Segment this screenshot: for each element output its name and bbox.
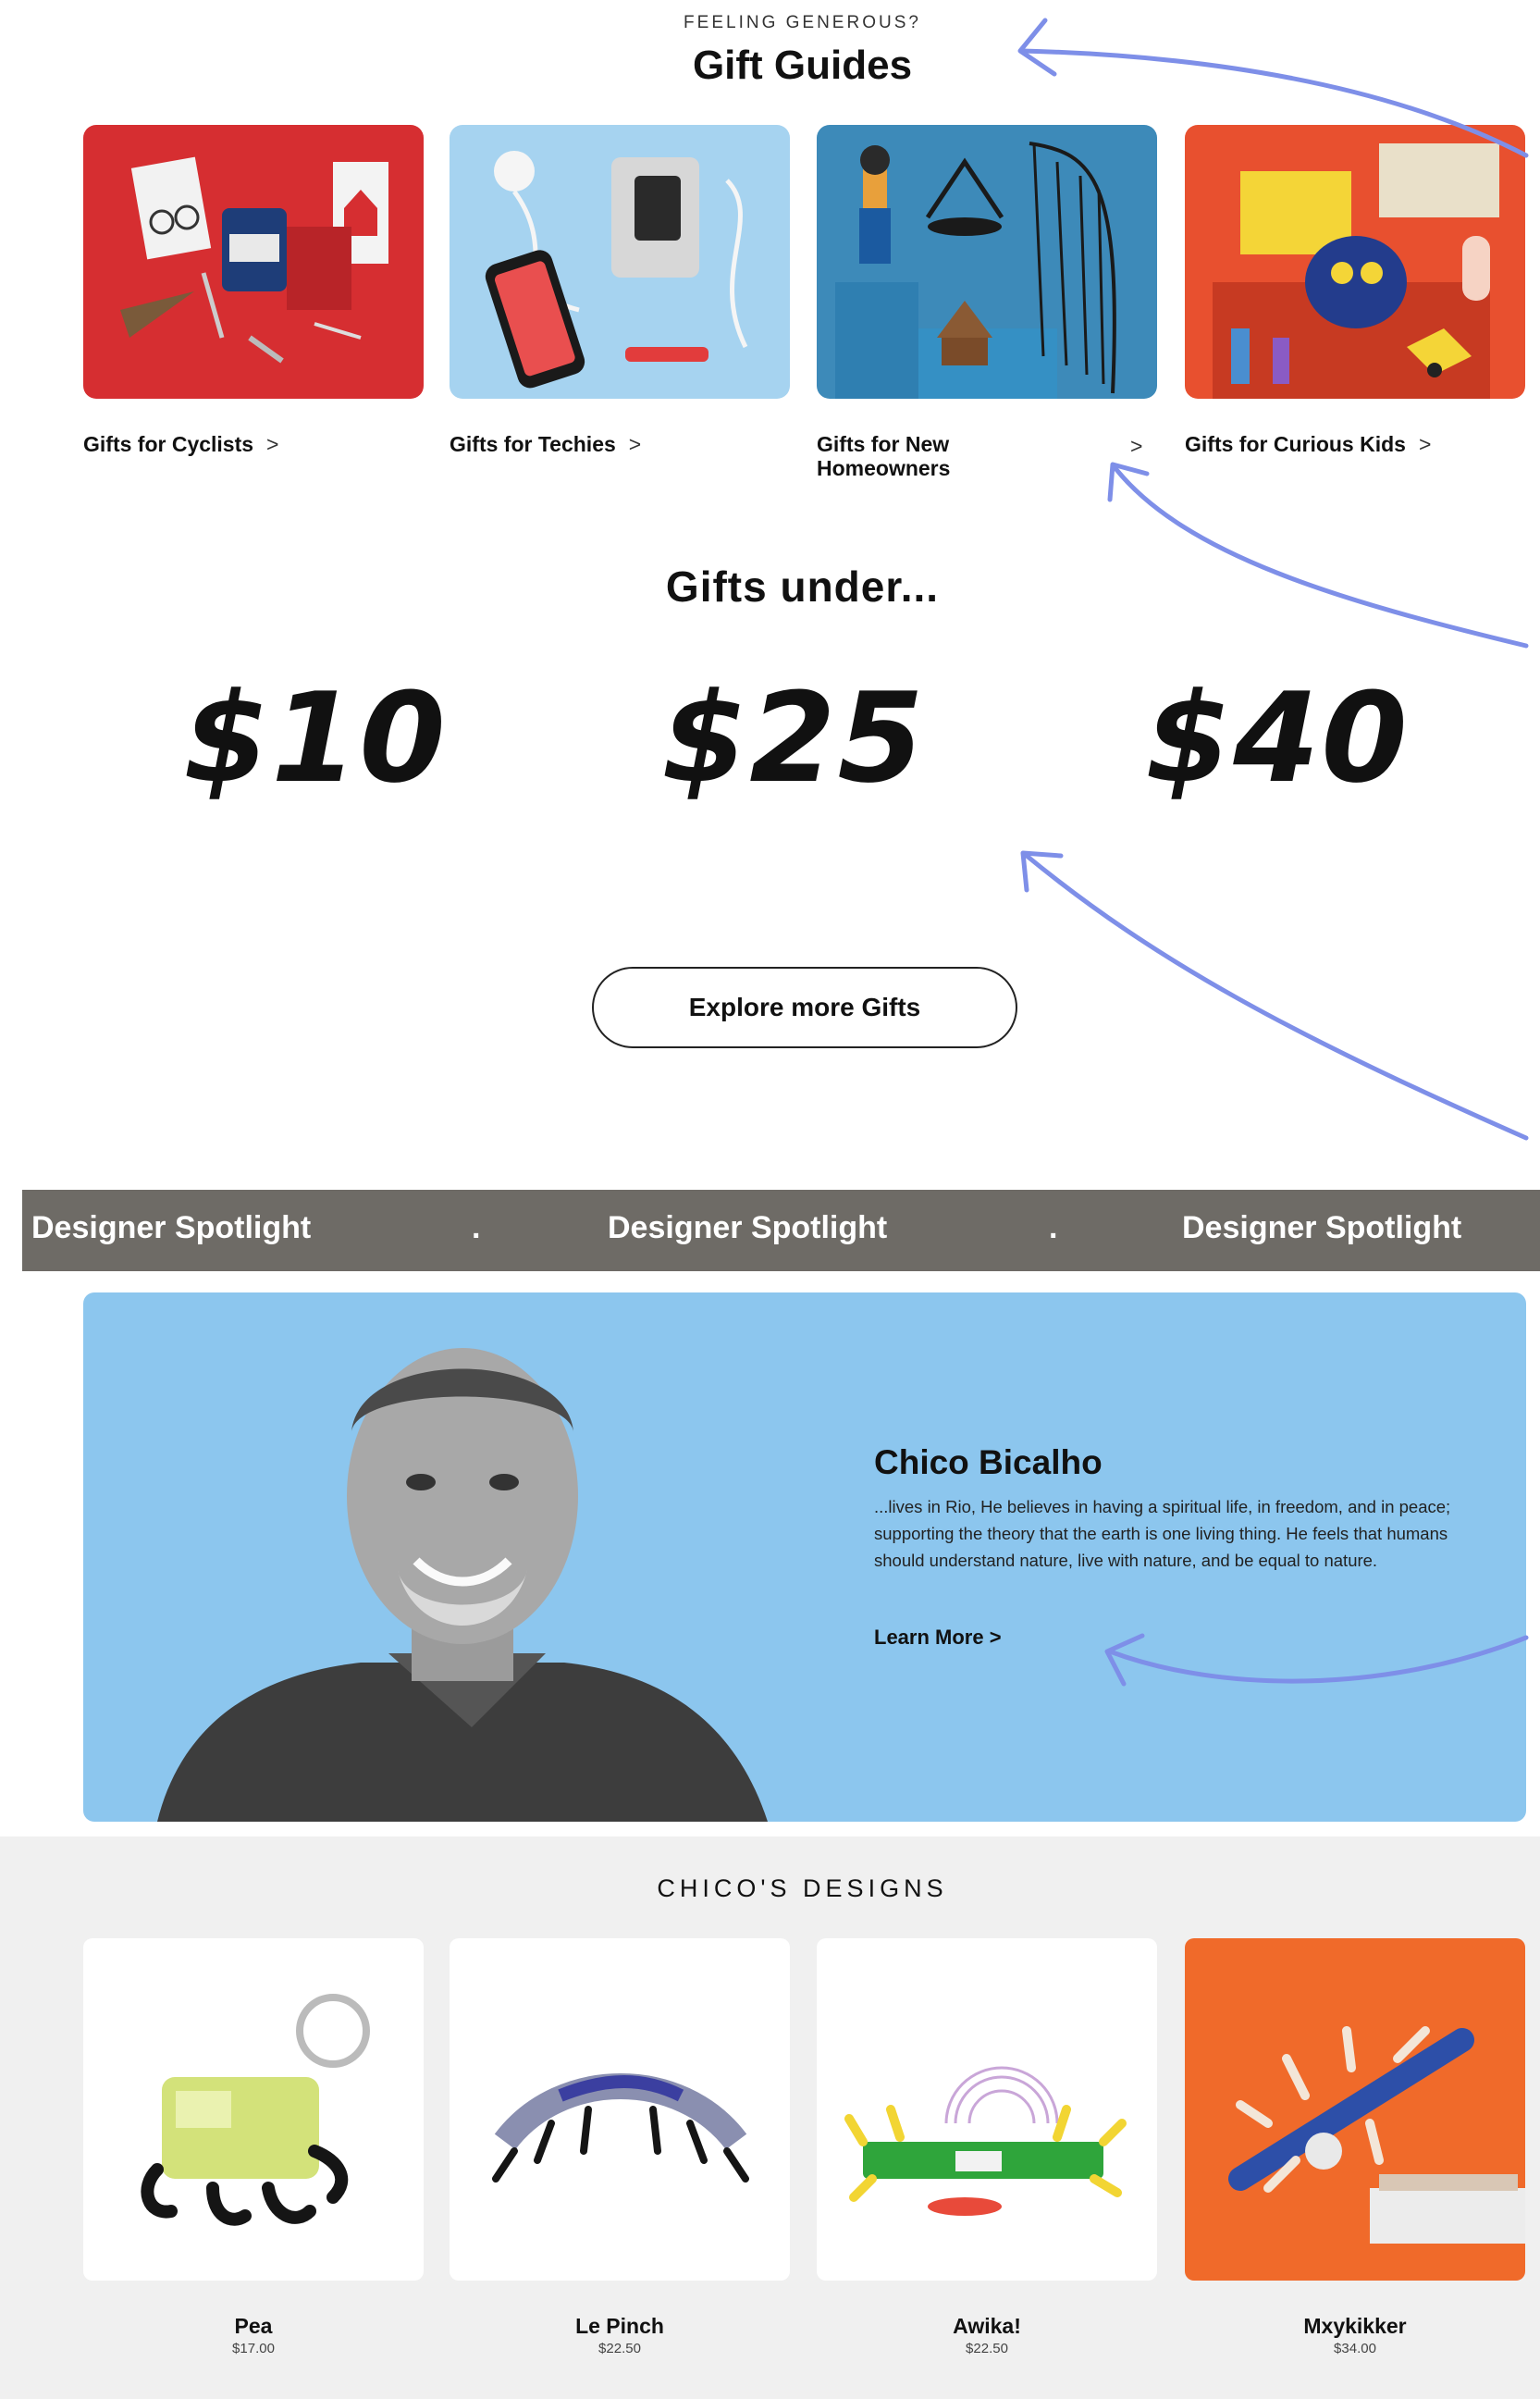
annotation-arrow bbox=[1024, 853, 1529, 1141]
arrow-head-icon bbox=[1017, 18, 1057, 77]
annotation-arrow bbox=[1112, 464, 1529, 649]
annotation-arrow bbox=[1019, 48, 1529, 158]
annotation-arrow bbox=[1107, 1635, 1529, 1684]
annotation-arrows bbox=[1017, 18, 1529, 1687]
